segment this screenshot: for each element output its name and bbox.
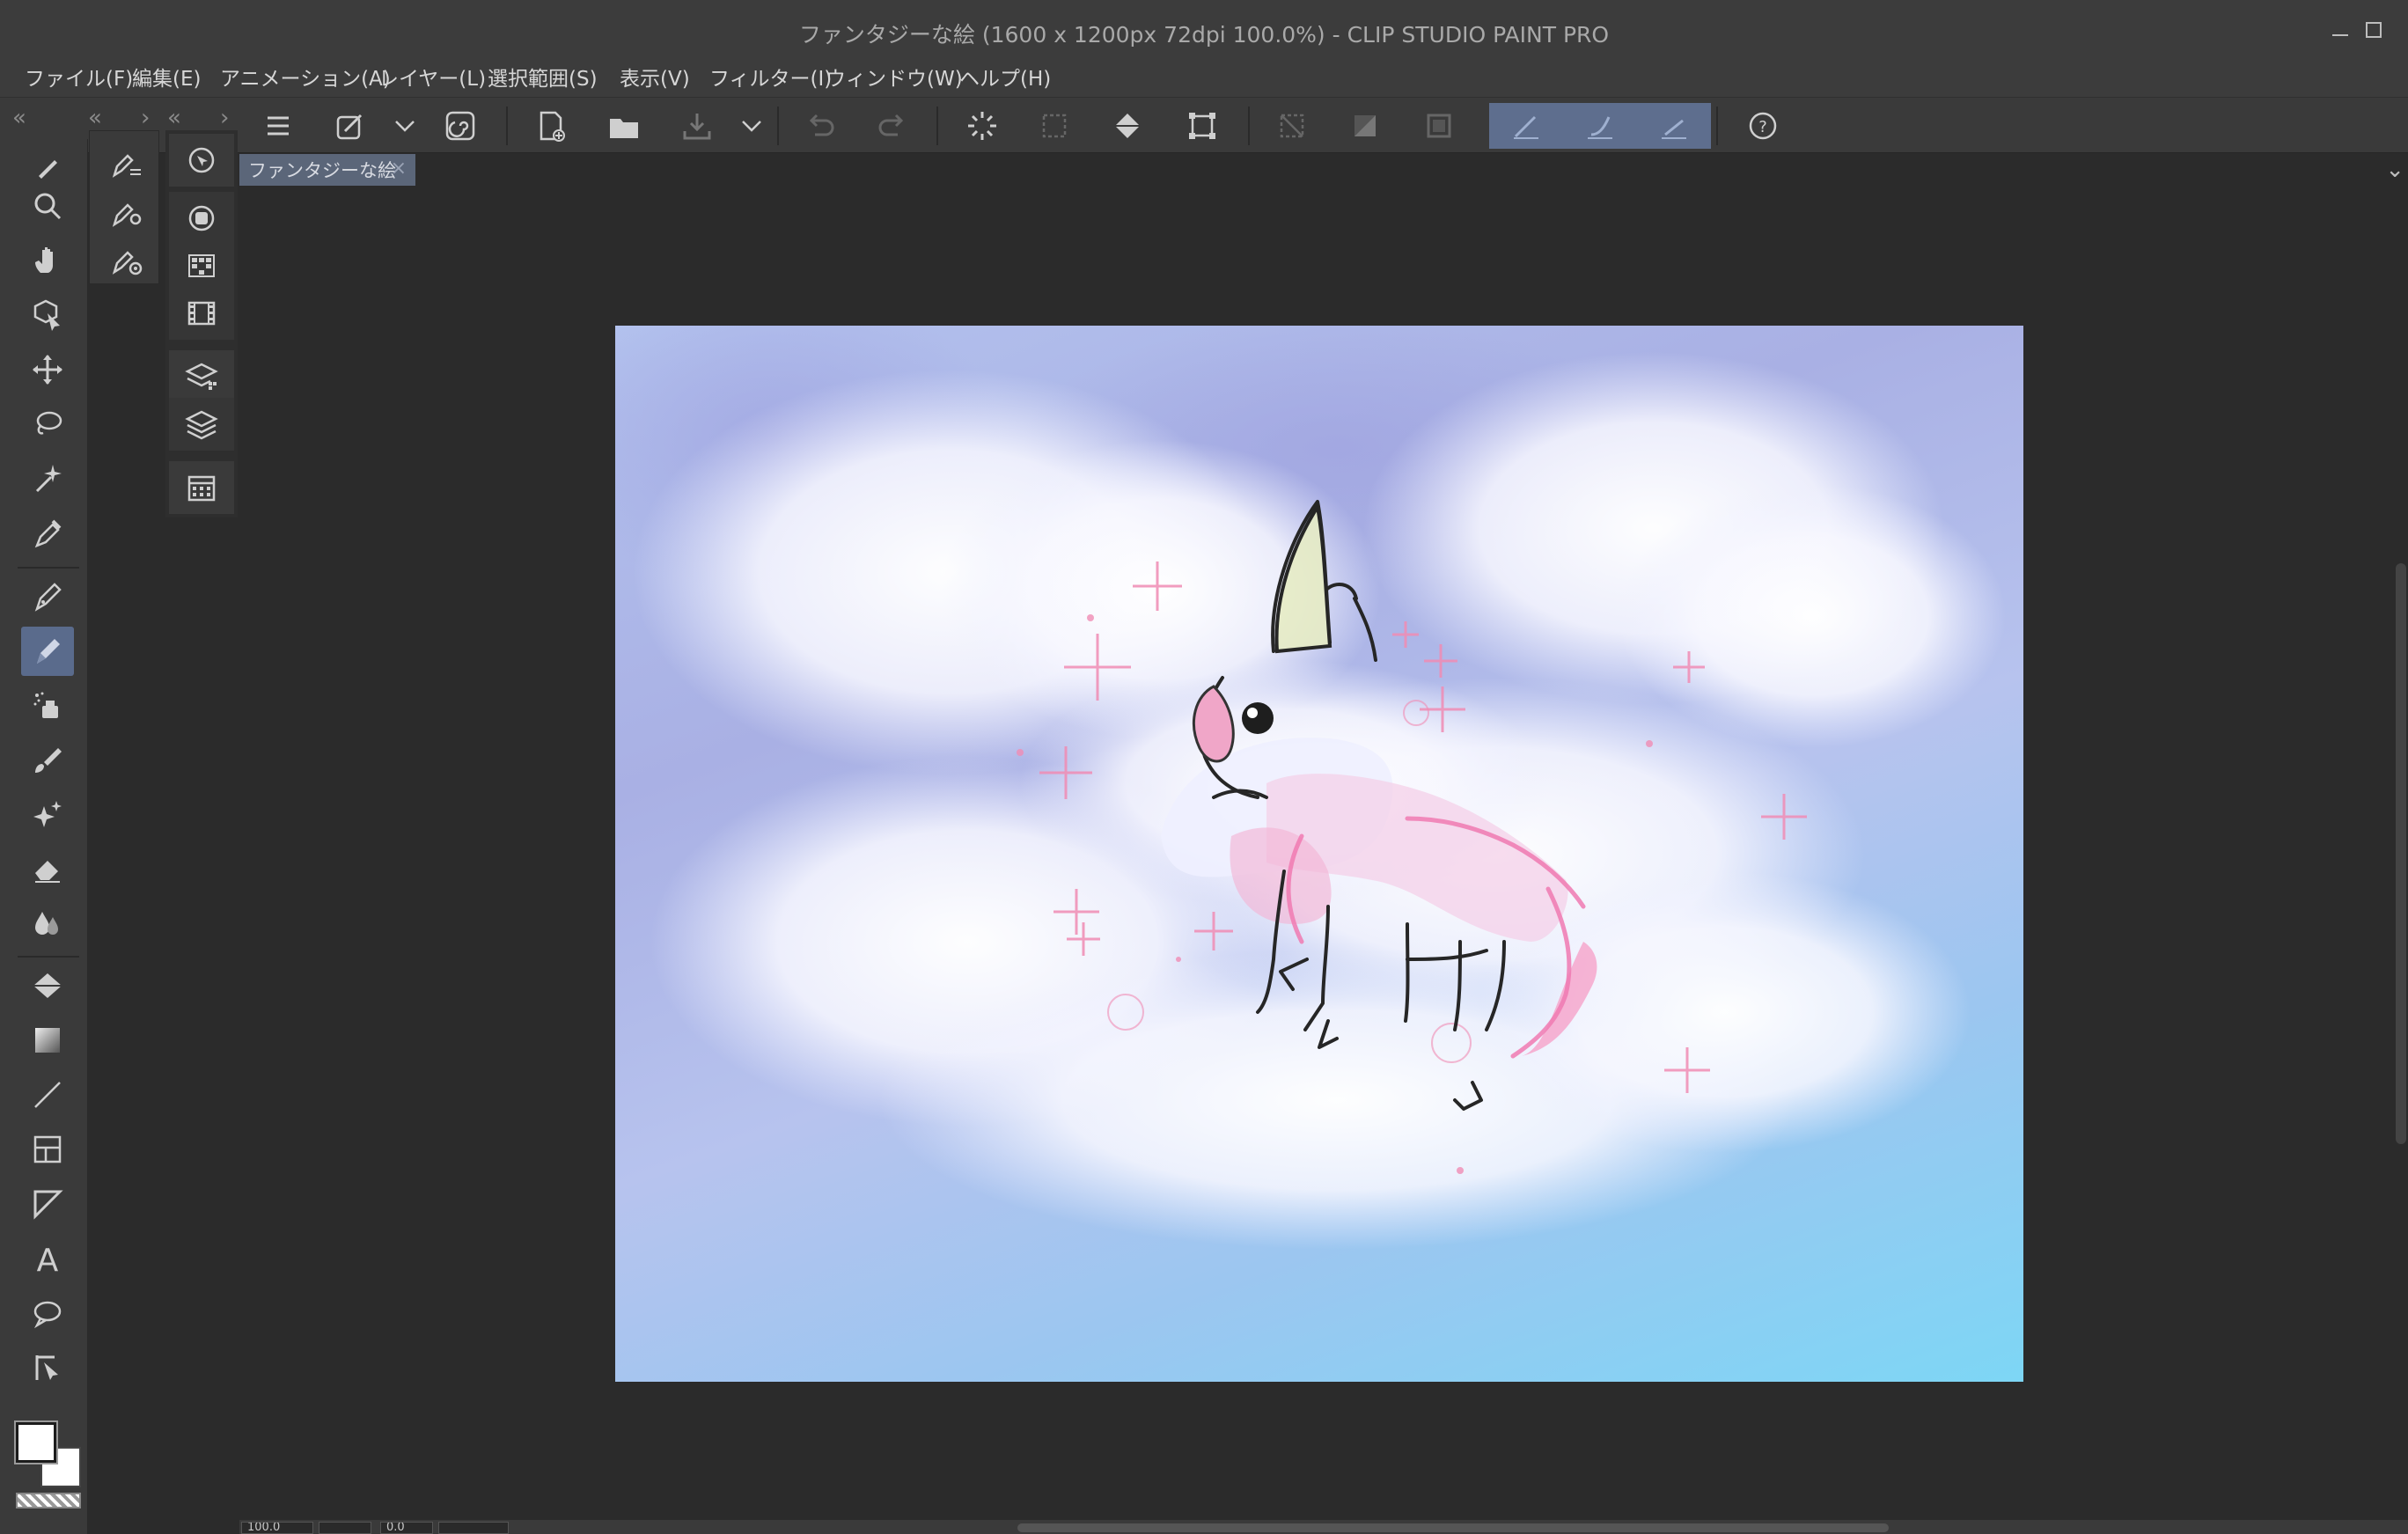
- drawing-canvas[interactable]: [615, 326, 2023, 1382]
- document-tab-label: ファンタジーな絵: [248, 160, 396, 181]
- zoom-slider[interactable]: [319, 1522, 371, 1534]
- sub-tool-palette: [89, 130, 159, 284]
- minimize-button[interactable]: [2325, 16, 2355, 46]
- save-icon[interactable]: [672, 103, 722, 149]
- dropdown-icon[interactable]: [380, 103, 429, 149]
- eyedropper-icon[interactable]: [21, 509, 74, 558]
- airbrush-icon[interactable]: [21, 681, 74, 730]
- line-icon[interactable]: [21, 1070, 74, 1119]
- title-bar: ファンタジーな絵 (1600 x 1200px 72dpi 100.0%) - …: [0, 0, 2408, 63]
- fill-icon[interactable]: [1103, 103, 1152, 149]
- menu-layer[interactable]: レイヤー(L): [378, 62, 486, 92]
- decoration-icon[interactable]: [21, 790, 74, 840]
- menu-view[interactable]: 表示(V): [620, 62, 690, 92]
- new-icon[interactable]: [526, 103, 576, 149]
- close-icon[interactable]: ×: [391, 158, 407, 180]
- ruler-icon[interactable]: [21, 1179, 74, 1229]
- color-indicator[interactable]: [12, 1417, 88, 1487]
- tool-palette: A: [0, 139, 88, 1534]
- pen-stroke-icon[interactable]: [1489, 103, 1563, 149]
- gradient-icon[interactable]: [1340, 103, 1390, 149]
- expand-right-icon[interactable]: ›: [220, 105, 229, 131]
- open-icon[interactable]: [599, 103, 649, 149]
- menu-file[interactable]: ファイル(F): [25, 62, 133, 92]
- zoom-icon[interactable]: [21, 181, 74, 231]
- pencil-icon[interactable]: [21, 627, 74, 676]
- gradient-icon[interactable]: [21, 1016, 74, 1065]
- main-color-swatch[interactable]: [14, 1420, 58, 1464]
- sub-tool-settings-icon[interactable]: [102, 189, 151, 235]
- deselect-icon[interactable]: [1267, 103, 1317, 149]
- horizontal-scrollbar[interactable]: [1017, 1523, 1889, 1532]
- color-wheel-icon[interactable]: [169, 192, 234, 245]
- sub-tool-list-icon[interactable]: [102, 140, 151, 186]
- animation-timeline-icon[interactable]: [169, 287, 234, 340]
- color-set-icon[interactable]: [169, 239, 234, 292]
- object-icon[interactable]: [21, 290, 74, 340]
- hand-icon[interactable]: [21, 236, 74, 285]
- balloon-icon[interactable]: [21, 1288, 74, 1338]
- calendar-icon[interactable]: [169, 461, 234, 514]
- menu-window[interactable]: ウィンドウ(W): [826, 62, 963, 92]
- collapse-left-icon[interactable]: «: [167, 105, 181, 131]
- spiral-icon[interactable]: [436, 103, 485, 149]
- expand-right-icon[interactable]: ›: [141, 105, 150, 131]
- undo-icon[interactable]: [796, 103, 845, 149]
- menu-filter[interactable]: フィルター(I): [709, 62, 832, 92]
- collapse-left-icon[interactable]: «: [12, 105, 26, 131]
- svg-text:?: ?: [1758, 118, 1767, 136]
- crop-icon[interactable]: [1414, 103, 1464, 149]
- rotation-field[interactable]: 0.0: [380, 1522, 433, 1534]
- document-tab[interactable]: ファンタジーな絵 ×: [239, 154, 415, 186]
- redo-icon[interactable]: [868, 103, 917, 149]
- vertical-scrollbar[interactable]: [2396, 563, 2406, 1144]
- rotation-slider[interactable]: [438, 1522, 509, 1534]
- layer-icon[interactable]: [169, 398, 234, 451]
- frame-icon[interactable]: [21, 1125, 74, 1174]
- clip-studio-icon[interactable]: [326, 103, 375, 149]
- text-icon[interactable]: A: [21, 1234, 74, 1283]
- collapse-left-icon[interactable]: «: [88, 105, 102, 131]
- menu-icon[interactable]: [253, 103, 303, 149]
- command-bar: « « › « › ?: [0, 97, 2408, 153]
- fill-icon[interactable]: [21, 961, 74, 1010]
- menu-edit[interactable]: 編集(E): [132, 62, 201, 92]
- layer-property-icon[interactable]: [169, 350, 234, 403]
- select-icon[interactable]: [1030, 103, 1079, 149]
- transparent-color-swatch[interactable]: [16, 1493, 81, 1508]
- brush-icon[interactable]: [21, 736, 74, 785]
- menu-selection[interactable]: 選択範囲(S): [488, 62, 598, 92]
- svg-text:A: A: [37, 1243, 59, 1276]
- help-icon[interactable]: ?: [1738, 103, 1788, 149]
- brush-stroke-icon[interactable]: [1563, 103, 1637, 149]
- navigator-icon[interactable]: [169, 134, 234, 187]
- lasso-icon[interactable]: [21, 400, 74, 449]
- pen-icon[interactable]: [21, 572, 74, 621]
- line-stroke-icon[interactable]: [1637, 103, 1711, 149]
- palette-bar: [165, 130, 238, 517]
- magic-wand-icon[interactable]: [21, 454, 74, 503]
- dropdown-icon[interactable]: [727, 103, 776, 149]
- menu-help[interactable]: ヘルプ(H): [959, 62, 1051, 92]
- transform-icon[interactable]: [1178, 103, 1227, 149]
- window-title: ファンタジーな絵 (1600 x 1200px 72dpi 100.0%) - …: [798, 22, 1610, 48]
- menu-animation[interactable]: アニメーション(A): [220, 62, 391, 92]
- blend-icon[interactable]: [21, 899, 74, 949]
- maximize-button[interactable]: [2359, 16, 2389, 46]
- loading-icon[interactable]: [958, 103, 1007, 149]
- sub-tool-detail-icon[interactable]: [102, 237, 151, 283]
- correction-icon[interactable]: [21, 1343, 74, 1392]
- chevron-down-icon[interactable]: ⌄: [2385, 157, 2404, 183]
- eraser-icon[interactable]: [21, 845, 74, 894]
- menu-bar: ファイル(F) 編集(E) アニメーション(A) レイヤー(L) 選択範囲(S)…: [0, 56, 2408, 97]
- zoom-field[interactable]: 100.0: [241, 1522, 313, 1534]
- move-icon[interactable]: [21, 345, 74, 394]
- illustration: [615, 326, 2006, 1250]
